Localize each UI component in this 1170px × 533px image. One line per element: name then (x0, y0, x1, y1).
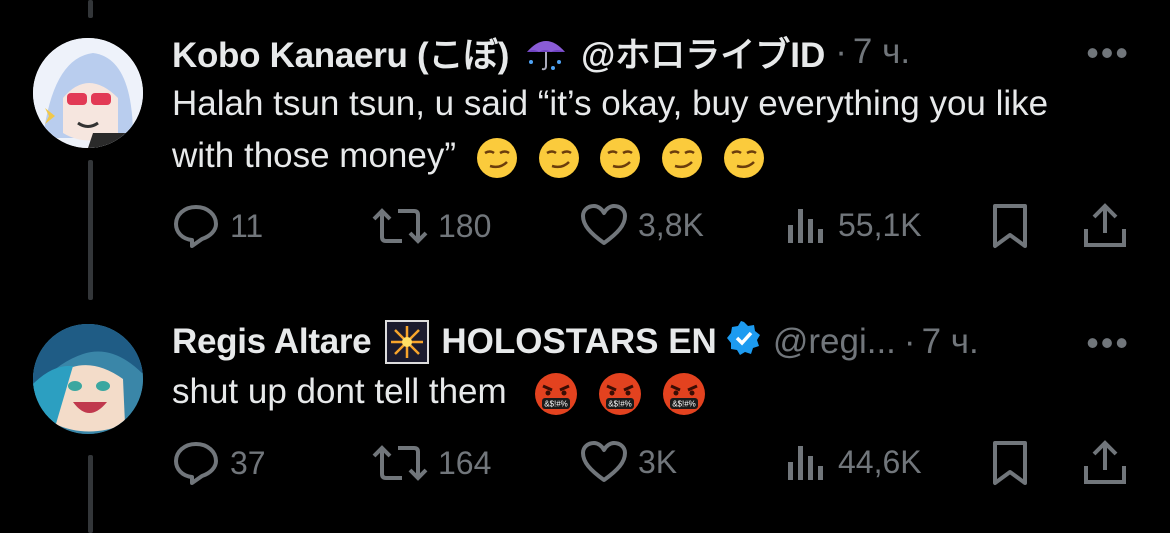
views-button[interactable]: 44,6K (784, 440, 922, 484)
repost-button[interactable]: 180 (372, 203, 491, 249)
svg-text:&$!#%: &$!#% (545, 399, 569, 408)
separator: · (835, 32, 847, 71)
heart-icon (581, 204, 627, 245)
like-count: 3K (638, 443, 678, 480)
reply-button[interactable]: 37 (172, 440, 266, 486)
smirking-face-icon (476, 137, 517, 178)
reply-icon (174, 442, 218, 485)
heart-icon (581, 441, 627, 482)
timestamp[interactable]: 7 ч. (922, 322, 979, 362)
share-button[interactable] (1082, 203, 1128, 249)
share-icon (1084, 440, 1126, 484)
svg-text:&$!#%: &$!#% (672, 399, 696, 408)
more-options-icon[interactable]: ••• (1086, 32, 1130, 74)
like-count: 3,8K (638, 206, 704, 243)
bookmark-button[interactable] (990, 440, 1030, 486)
svg-text:&$!#%: &$!#% (608, 399, 632, 408)
smirk-emoji-group (466, 136, 765, 178)
more-options-icon[interactable]: ••• (1086, 322, 1130, 364)
display-name[interactable]: Regis Altare (172, 322, 372, 362)
org-handle[interactable]: @ホロライブID (581, 27, 825, 78)
umbrella-rain-icon (523, 32, 569, 72)
separator: · (903, 322, 916, 361)
avatar[interactable] (33, 38, 143, 148)
reply-count: 11 (230, 207, 264, 244)
view-count: 44,6K (838, 443, 922, 480)
tweet-text: shut up dont tell them &$!#% &$!#% &$!#% (172, 366, 1072, 418)
smirking-face-icon (538, 137, 579, 178)
smirking-face-icon (600, 137, 641, 178)
timestamp[interactable]: 7 ч. (853, 32, 910, 72)
bookmark-button[interactable] (990, 203, 1030, 249)
smirking-face-icon (661, 137, 702, 178)
tweet-actions: 37 164 3K 44,6K (172, 440, 1132, 490)
view-count: 55,1K (838, 206, 922, 243)
repost-button[interactable]: 164 (372, 440, 491, 486)
share-icon (1084, 203, 1126, 247)
repost-count: 164 (438, 444, 492, 481)
smirking-face-icon (723, 137, 764, 178)
repost-icon (372, 445, 428, 481)
face-with-symbols-icon: &$!#% (662, 372, 705, 415)
reply-icon (174, 205, 218, 248)
tweet-regis[interactable]: Regis Altare HOLOSTARS EN @regi... · 7 ч… (0, 280, 1170, 533)
repost-count: 180 (438, 207, 492, 244)
angry-emoji-group: &$!#% &$!#% &$!#% (524, 372, 705, 415)
bookmark-icon (993, 204, 1027, 248)
tweet-text: Halah tsun tsun, u said “it’s okay, buy … (172, 78, 1072, 182)
views-chart-icon (788, 209, 823, 243)
like-button[interactable]: 3K (580, 440, 677, 484)
org-name[interactable]: HOLOSTARS EN (441, 322, 716, 362)
repost-icon (372, 208, 428, 244)
tweet-header: Regis Altare HOLOSTARS EN @regi... · 7 ч… (172, 320, 979, 364)
verified-badge-icon (726, 320, 761, 364)
views-chart-icon (788, 446, 823, 480)
face-with-symbols-icon: &$!#% (535, 372, 578, 415)
firework-icon (385, 320, 430, 364)
user-handle[interactable]: @regi... (773, 322, 896, 362)
reply-button[interactable]: 11 (172, 203, 263, 249)
like-button[interactable]: 3,8K (580, 203, 704, 247)
share-button[interactable] (1082, 440, 1128, 486)
bookmark-icon (993, 441, 1027, 485)
avatar[interactable] (33, 324, 143, 434)
tweet-kobo[interactable]: Kobo Kanaeru (こぼ) @ホロライブID · 7 ч. ••• Ha… (0, 0, 1170, 280)
display-name[interactable]: Kobo Kanaeru (こぼ) (172, 27, 509, 78)
views-button[interactable]: 55,1K (784, 203, 922, 247)
tweet-text-content: shut up dont tell them (172, 372, 507, 411)
face-with-symbols-icon: &$!#% (599, 372, 642, 415)
reply-count: 37 (230, 444, 266, 481)
tweet-header: Kobo Kanaeru (こぼ) @ホロライブID · 7 ч. (172, 30, 910, 75)
tweet-actions: 11 180 3,8K 55,1K (172, 203, 1132, 253)
